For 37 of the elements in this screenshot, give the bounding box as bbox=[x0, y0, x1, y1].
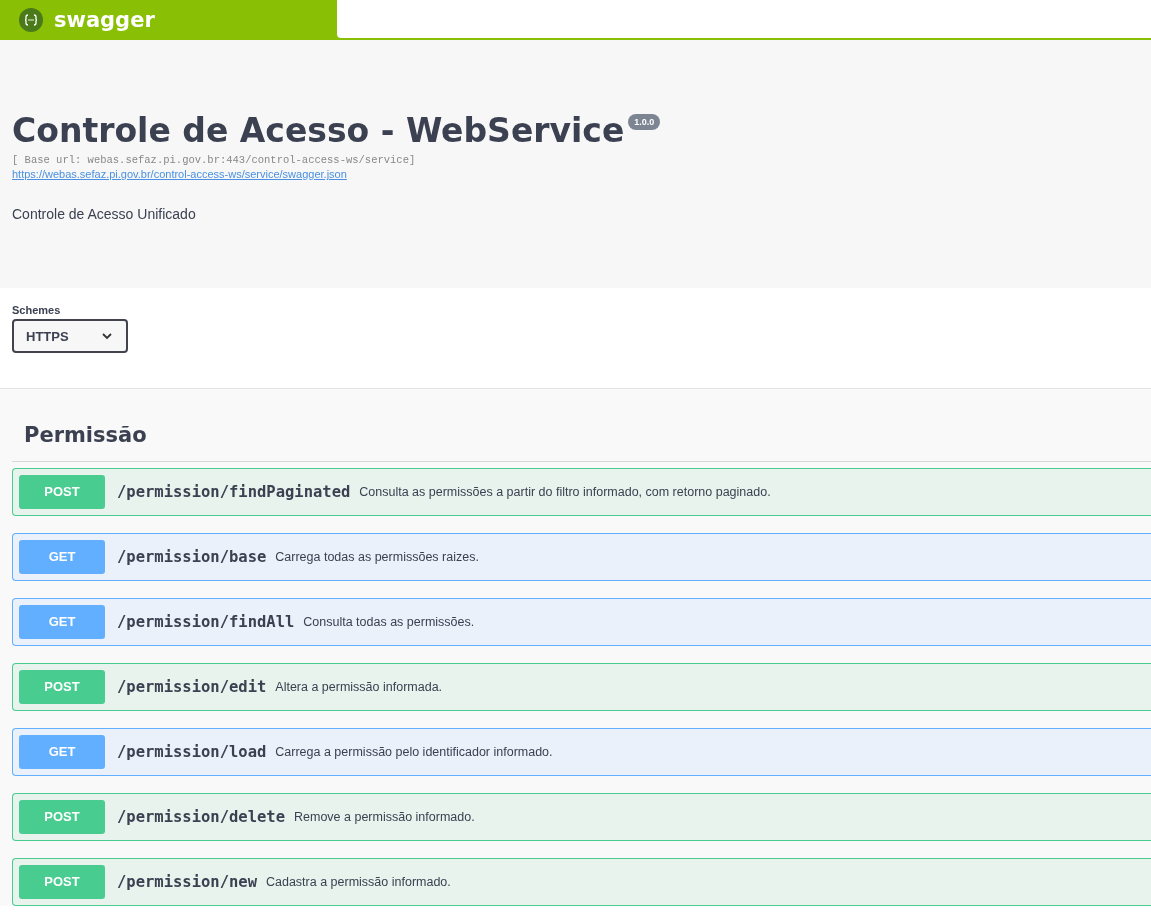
operation-summary: Cadastra a permissão informado. bbox=[266, 875, 451, 889]
operation-row[interactable]: POST /permission/edit Altera a permissão informada. bbox=[12, 663, 1151, 711]
method-badge: POST bbox=[19, 800, 105, 834]
api-description: Controle de Acesso Unificado bbox=[12, 206, 197, 222]
operation-row[interactable]: GET /permission/load Carrega a permissão pelo identificador informado. bbox=[12, 728, 1151, 776]
operation-summary: Altera a permissão informada. bbox=[275, 680, 443, 694]
api-title: Controle de Acesso - WebService bbox=[12, 110, 625, 152]
operation-summary: Consulta todas as permissões. bbox=[303, 615, 475, 629]
method-badge: GET bbox=[19, 540, 105, 574]
operation-row[interactable]: POST /permission/delete Remove a permissão informado. bbox=[12, 793, 1151, 841]
operation-summary: Carrega todas as permissões raizes. bbox=[275, 550, 479, 564]
operation-summary: Remove a permissão informado. bbox=[294, 810, 475, 824]
schemes-dropdown[interactable]: HTTPS bbox=[12, 319, 128, 353]
schemes-label: Schemes bbox=[12, 304, 62, 316]
operation-row[interactable]: POST /permission/new Cadastra a permissão informado. bbox=[12, 858, 1151, 906]
operation-row[interactable]: GET /permission/base Carrega todas as permissões raizes. bbox=[12, 533, 1151, 581]
operation-summary: Consulta as permissões a partir do filtro informado, com retorno paginado. bbox=[359, 485, 771, 499]
operation-path: /permission/delete bbox=[117, 808, 285, 826]
logo-icon bbox=[18, 7, 44, 33]
operation-path: /permission/findAll bbox=[117, 613, 295, 631]
operation-row[interactable]: POST /permission/findPaginated Consulta as permissões a partir do filtro informado, com retorno paginado. bbox=[12, 468, 1151, 516]
operation-row[interactable]: GET /permission/findAll Consulta todas as permissões. bbox=[12, 598, 1151, 646]
operation-summary: Carrega a permissão pelo identificador informado. bbox=[275, 745, 553, 759]
tag-heading[interactable]: Permissão bbox=[12, 414, 1151, 462]
chevron-icon bbox=[102, 332, 112, 340]
operation-path: /permission/new bbox=[117, 873, 257, 891]
method-badge: POST bbox=[19, 865, 105, 899]
operation-path: /permission/load bbox=[117, 743, 267, 761]
operation-path: /permission/edit bbox=[117, 678, 267, 696]
operation-path: /permission/findPaginated bbox=[117, 483, 351, 501]
base-url: [ Base url: webas.sefaz.pi.gov.br:443/control-access-ws/service] bbox=[12, 154, 417, 166]
method-badge: GET bbox=[19, 735, 105, 769]
method-badge: POST bbox=[19, 670, 105, 704]
method-badge: POST bbox=[19, 475, 105, 509]
version-badge: 1.0.0 bbox=[628, 114, 661, 130]
operation-path: /permission/base bbox=[117, 548, 267, 566]
method-badge: GET bbox=[19, 605, 105, 639]
